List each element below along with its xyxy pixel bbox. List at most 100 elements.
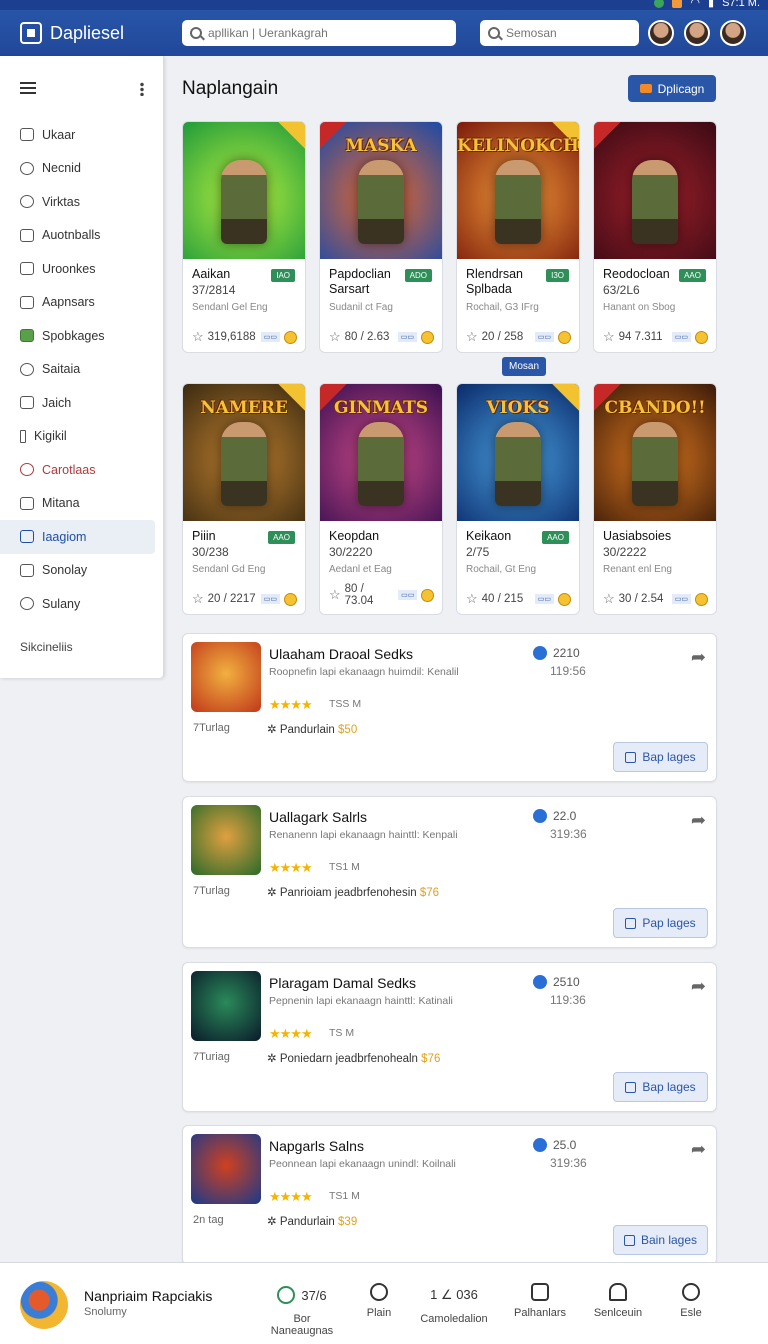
list-item-action-button[interactable]: Bap lages — [613, 742, 708, 772]
list-item-title: Uallagark Salrls — [269, 809, 368, 825]
sidebar-item-ukaar[interactable]: Ukaar — [0, 118, 163, 152]
bottom-item-label: Esle — [680, 1307, 702, 1319]
game-subtitle: Sendanl Gd Eng — [192, 564, 266, 575]
corner-ribbon — [594, 122, 632, 152]
game-card[interactable]: CBANDO!! Uasiabsoies 30/2222 Renant enl … — [593, 383, 717, 615]
app-logo-icon[interactable] — [20, 1281, 68, 1329]
game-card[interactable]: VIOKS Keikaon AAO 2/75 Rochail, Gt Eng ☆… — [456, 383, 580, 615]
menu-icon[interactable] — [20, 82, 36, 94]
sidebar-item-carotlaas[interactable]: Carotlaas — [0, 453, 163, 487]
list-item[interactable]: Ulaaham Draoal Sedks Roopnefin lapi ekan… — [182, 633, 717, 782]
avatar[interactable] — [720, 20, 746, 46]
list-item-title: Ulaaham Draoal Sedks — [269, 646, 413, 662]
star-outline-icon[interactable]: ☆ — [192, 591, 204, 607]
star-outline-icon[interactable]: ☆ — [466, 329, 478, 345]
star-outline-icon[interactable]: ☆ — [603, 591, 615, 607]
tag-chip-icon: ▭▭ — [397, 332, 417, 342]
game-rating: 319,6188 — [207, 331, 256, 343]
secondary-search-input[interactable] — [506, 26, 639, 40]
game-card[interactable]: KELINOKCH Rlendrsan Splbada I3O Rochail,… — [456, 121, 580, 353]
sidebar-item-saitaia[interactable]: Saitaia — [0, 353, 163, 387]
list-item-action-button[interactable]: Bap lages — [613, 1072, 708, 1102]
sidebar-item-aapnsars[interactable]: Aapnsars — [0, 286, 163, 320]
game-card[interactable]: Reodocloan AAO 63/2L6 Hanant on Sbog ☆ 9… — [593, 121, 717, 353]
star-outline-icon[interactable]: ☆ — [603, 329, 615, 345]
primary-button-label: Dplicagn — [657, 81, 705, 96]
price-value: $76 — [421, 1053, 441, 1065]
list-item[interactable]: Napgarls Salns Peonnean lapi ekanaagn un… — [182, 1125, 717, 1265]
sidebar-item-uroonkes[interactable]: Uroonkes — [0, 252, 163, 286]
image-icon — [20, 530, 34, 544]
list-item-price-row: ✲ Panrioiam jeadbrfenohesin $76 — [267, 887, 440, 899]
sidebar-item-auotnballs[interactable]: Auotnballs — [0, 219, 163, 253]
avatar[interactable] — [648, 20, 674, 46]
character-figure — [221, 159, 267, 244]
app-title: Dapliesel — [50, 22, 125, 43]
star-outline-icon[interactable]: ☆ — [329, 329, 341, 345]
price-label: Panrioiam jeadbrfenohesin — [279, 887, 417, 899]
sidebar-item-kigikil[interactable]: Kigikil — [0, 420, 163, 454]
doc-icon — [20, 496, 34, 510]
primary-button[interactable]: Dplicagn — [628, 75, 716, 102]
list-item[interactable]: Uallagark Salrls Renanenn lapi ekanaagn … — [182, 796, 717, 948]
main-search[interactable] — [182, 20, 456, 46]
sidebar-item-iaagiom[interactable]: Iaagiom — [0, 520, 155, 554]
tag-chip-icon: ▭▭ — [398, 590, 418, 600]
share-icon[interactable]: ➦ — [691, 1139, 706, 1160]
sidebar-item-sulany[interactable]: Sulany — [0, 587, 163, 621]
sidebar-item-label: Mitana — [42, 496, 80, 511]
list-item-category: 7Turiag — [193, 1051, 230, 1063]
secondary-search[interactable] — [480, 20, 639, 46]
status-badge: IAO — [271, 269, 295, 282]
bottom-item-refresh[interactable]: 37/6 Bor Naneaugnas — [262, 1283, 342, 1337]
bottom-item-box[interactable]: Palhanlars — [508, 1283, 572, 1319]
avatar[interactable] — [684, 20, 710, 46]
list-item-action-button[interactable]: Bain lages — [613, 1225, 708, 1255]
game-art-title: NAMERE — [200, 398, 288, 418]
bottom-item-label: Palhanlars — [514, 1307, 566, 1319]
emoji-icon — [421, 588, 434, 602]
game-card[interactable]: Aaikan IAO 37/2814 Sendanl Gel Eng ☆ 319… — [182, 121, 306, 353]
share-icon[interactable]: ➦ — [691, 647, 706, 668]
bottom-item-info[interactable]: Plain — [354, 1283, 404, 1319]
game-card[interactable]: GINMATS Keopdan 30/2220 Aedanl et Eag ☆ … — [319, 383, 443, 615]
sidebar-item-sonolay[interactable]: Sonolay — [0, 554, 163, 588]
character-figure — [358, 159, 404, 244]
more-vert-icon[interactable] — [140, 82, 144, 96]
sidebar-item-spobkages[interactable]: Spobkages — [0, 319, 163, 353]
status-badge: I3O — [546, 269, 569, 282]
game-card[interactable]: NAMERE Piiin AAO 30/238 Sendanl Gd Eng ☆… — [182, 383, 306, 615]
tooltip-chip[interactable]: Mosan — [502, 357, 546, 376]
star-outline-icon[interactable]: ☆ — [466, 591, 478, 607]
sidebar-item-label: Kigikil — [34, 429, 67, 444]
main-search-input[interactable] — [208, 26, 456, 40]
bottom-item-bell[interactable]: Senlceuin — [588, 1283, 648, 1319]
download-count: 25.0 — [533, 1138, 576, 1152]
star-outline-icon[interactable]: ☆ — [192, 329, 204, 345]
sidebar-footer[interactable]: Sikcineliis — [20, 640, 73, 654]
download-count: 22.0 — [533, 809, 576, 823]
brand[interactable]: Dapliesel — [20, 22, 180, 44]
game-card[interactable]: MASKA Papdoclian Sarsart ADO Sudanil ct … — [319, 121, 443, 353]
tag-chip-icon: ▭▭ — [671, 594, 691, 604]
game-art — [183, 122, 305, 259]
list-item-size: TS1 M — [329, 861, 360, 873]
sidebar-item-label: Aapnsars — [42, 295, 95, 310]
star-outline-icon[interactable]: ☆ — [329, 587, 341, 603]
bottom-item-person[interactable]: Esle — [668, 1283, 714, 1319]
game-rating: 94 7.311 — [618, 331, 663, 343]
share-icon[interactable]: ➦ — [691, 810, 706, 831]
bottom-item-edit[interactable]: 1 ∠ 036 Camoledalion — [414, 1283, 494, 1325]
bottom-item-label: Plain — [366, 1307, 392, 1319]
game-subtitle: Renant enl Eng — [603, 564, 672, 575]
game-rating: 80 / 73.04 — [344, 583, 374, 607]
list-item-desc: Renanenn lapi ekanaagn hainttl: Kenpali — [269, 829, 458, 841]
list-item-action-button[interactable]: Pap lages — [613, 908, 708, 938]
sidebar-item-virktas[interactable]: Virktas — [0, 185, 163, 219]
sidebar-item-necnid[interactable]: Necnid — [0, 152, 163, 186]
sidebar-item-mitana[interactable]: Mitana — [0, 487, 163, 521]
list-item-time: 119:36 — [550, 993, 586, 1007]
share-icon[interactable]: ➦ — [691, 976, 706, 997]
list-item[interactable]: Plaragam Damal Sedks Pepnenin lapi ekana… — [182, 962, 717, 1112]
sidebar-item-jaich[interactable]: Jaich — [0, 386, 163, 420]
